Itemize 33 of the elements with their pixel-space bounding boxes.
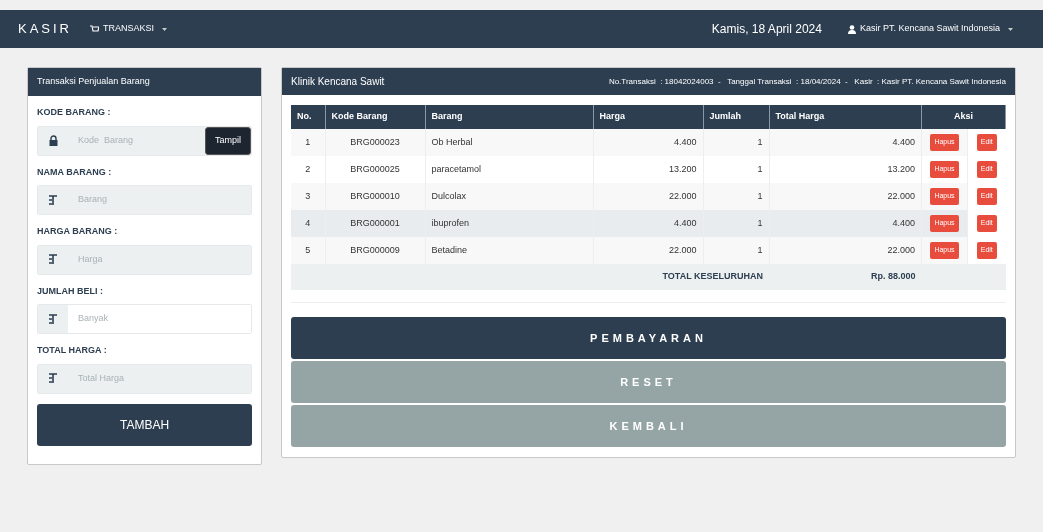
brand-title: KASIR xyxy=(18,20,72,39)
total-value: Rp. 88.000 xyxy=(769,264,922,290)
input-field[interactable]: Harga xyxy=(37,244,252,275)
total-label: TOTAL KESELURUHAN xyxy=(291,264,769,290)
field-label: HARGA BARANG : xyxy=(37,225,119,238)
lock-icon xyxy=(48,135,58,146)
show-button[interactable]: Tampil xyxy=(205,126,251,155)
field-label: TOTAL HARGA : xyxy=(37,344,108,357)
text-icon xyxy=(48,254,58,265)
input-field[interactable]: Banyak xyxy=(37,304,252,334)
action-button[interactable]: KEMBALI xyxy=(291,405,1006,447)
user-icon xyxy=(847,24,856,34)
user-menu[interactable]: Kasir PT. Kencana Sawit Indonesia xyxy=(847,22,1013,36)
cart-icon xyxy=(90,25,99,33)
caret-icon xyxy=(1008,27,1013,31)
current-date: Kamis, 18 April 2024 xyxy=(711,21,822,38)
field-label: JUMLAH BELI : xyxy=(37,284,104,298)
text-icon xyxy=(48,373,58,384)
input-field[interactable]: Total Harga xyxy=(37,363,252,394)
panel-title: Klinik Kencana Sawit xyxy=(291,75,385,89)
field-label: NAMA BARANG : xyxy=(37,165,113,179)
text-icon xyxy=(48,194,58,206)
text-icon xyxy=(48,313,58,325)
action-button[interactable]: PEMBAYARAN xyxy=(291,317,1006,359)
caret-icon xyxy=(162,27,168,31)
panel-title: Transaksi Penjualan Barang xyxy=(28,68,261,96)
transaksi-menu[interactable]: TRANSAKSI xyxy=(90,22,168,36)
input-field[interactable]: Barang xyxy=(37,185,252,215)
field-label: KODE BARANG : xyxy=(37,106,112,119)
action-button[interactable]: RESET xyxy=(291,361,1006,403)
add-button[interactable]: TAMBAH xyxy=(37,403,252,446)
transaction-info: No.Transaksi : 18042024003 - Tanggal Transaksi : 18/04/2024 - Kasir : Kasir PT. Kencana Sawit Indonesia xyxy=(608,75,1006,88)
input-field[interactable]: Kode Barang Tampil xyxy=(37,125,252,156)
